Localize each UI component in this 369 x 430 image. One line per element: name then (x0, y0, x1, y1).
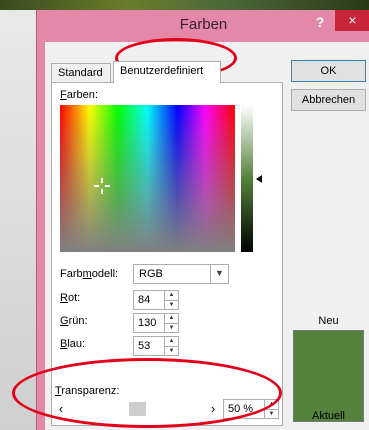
green-stepper[interactable]: 130 ▲ ▼ (133, 313, 179, 333)
red-stepper[interactable]: 84 ▲ ▼ (133, 290, 179, 310)
luminance-arrow-icon[interactable] (256, 175, 262, 183)
color-model-select[interactable]: RGB ▼ (133, 264, 229, 284)
green-down-icon[interactable]: ▼ (165, 323, 178, 332)
dialog-client-area: Standard Benutzerdefiniert Farben: Farbm… (45, 42, 369, 430)
transparency-down-icon[interactable]: ▼ (265, 409, 278, 418)
transparency-value[interactable]: 50 % (228, 403, 253, 415)
blue-down-icon[interactable]: ▼ (165, 346, 178, 355)
luminance-slider[interactable] (241, 105, 253, 252)
transparency-track[interactable] (69, 402, 205, 416)
blue-value[interactable]: 53 (138, 340, 150, 352)
red-value[interactable]: 84 (138, 294, 150, 306)
green-label: Grün: (60, 315, 88, 327)
title-bar[interactable]: Farben ? × (37, 10, 369, 38)
red-label: Rot: (60, 292, 81, 304)
desktop-background (0, 0, 369, 10)
green-value[interactable]: 130 (138, 317, 156, 329)
ok-button[interactable]: OK (291, 60, 366, 82)
blue-up-icon[interactable]: ▲ (165, 337, 178, 346)
colors-label-text: Farben: (60, 89, 98, 101)
blue-stepper[interactable]: 53 ▲ ▼ (133, 336, 179, 356)
red-down-icon[interactable]: ▼ (165, 300, 178, 309)
colors-dialog: Farben ? × Standard Benutzerdefiniert Fa… (36, 10, 369, 430)
transparency-up-icon[interactable]: ▲ (265, 400, 278, 409)
transparency-stepper[interactable]: 50 % ▲ ▼ (223, 399, 279, 419)
scroll-left-icon[interactable]: ‹ (53, 399, 69, 419)
color-model-label: Farbmodell: (60, 268, 119, 280)
colors-label: Farben: (60, 89, 98, 101)
scroll-right-icon[interactable]: › (205, 399, 221, 419)
new-color-swatch (293, 330, 364, 376)
transparency-thumb[interactable] (129, 402, 146, 416)
chevron-down-icon[interactable]: ▼ (210, 265, 228, 283)
close-button[interactable]: × (335, 10, 369, 31)
blue-label: Blau: (60, 338, 86, 350)
custom-colors-panel: Farben: Farbmodell: RGB ▼ Rot: 84 ▲ ▼ Gr… (51, 82, 283, 426)
green-up-icon[interactable]: ▲ (165, 314, 178, 323)
transparency-slider[interactable]: ‹ › (53, 399, 221, 419)
crosshair-icon (94, 178, 110, 194)
current-color-label: Aktuell (311, 410, 346, 422)
help-button[interactable]: ? (309, 12, 331, 32)
transparency-label: Transparenz: (55, 385, 120, 397)
red-up-icon[interactable]: ▲ (165, 291, 178, 300)
color-model-value: RGB (139, 268, 163, 280)
new-color-label: Neu (318, 315, 339, 327)
tab-custom[interactable]: Benutzerdefiniert (113, 61, 221, 83)
cancel-button[interactable]: Abbrechen (291, 89, 366, 111)
color-spectrum[interactable] (60, 105, 235, 252)
desktop-background-left (0, 10, 36, 430)
tab-standard[interactable]: Standard (51, 63, 111, 82)
